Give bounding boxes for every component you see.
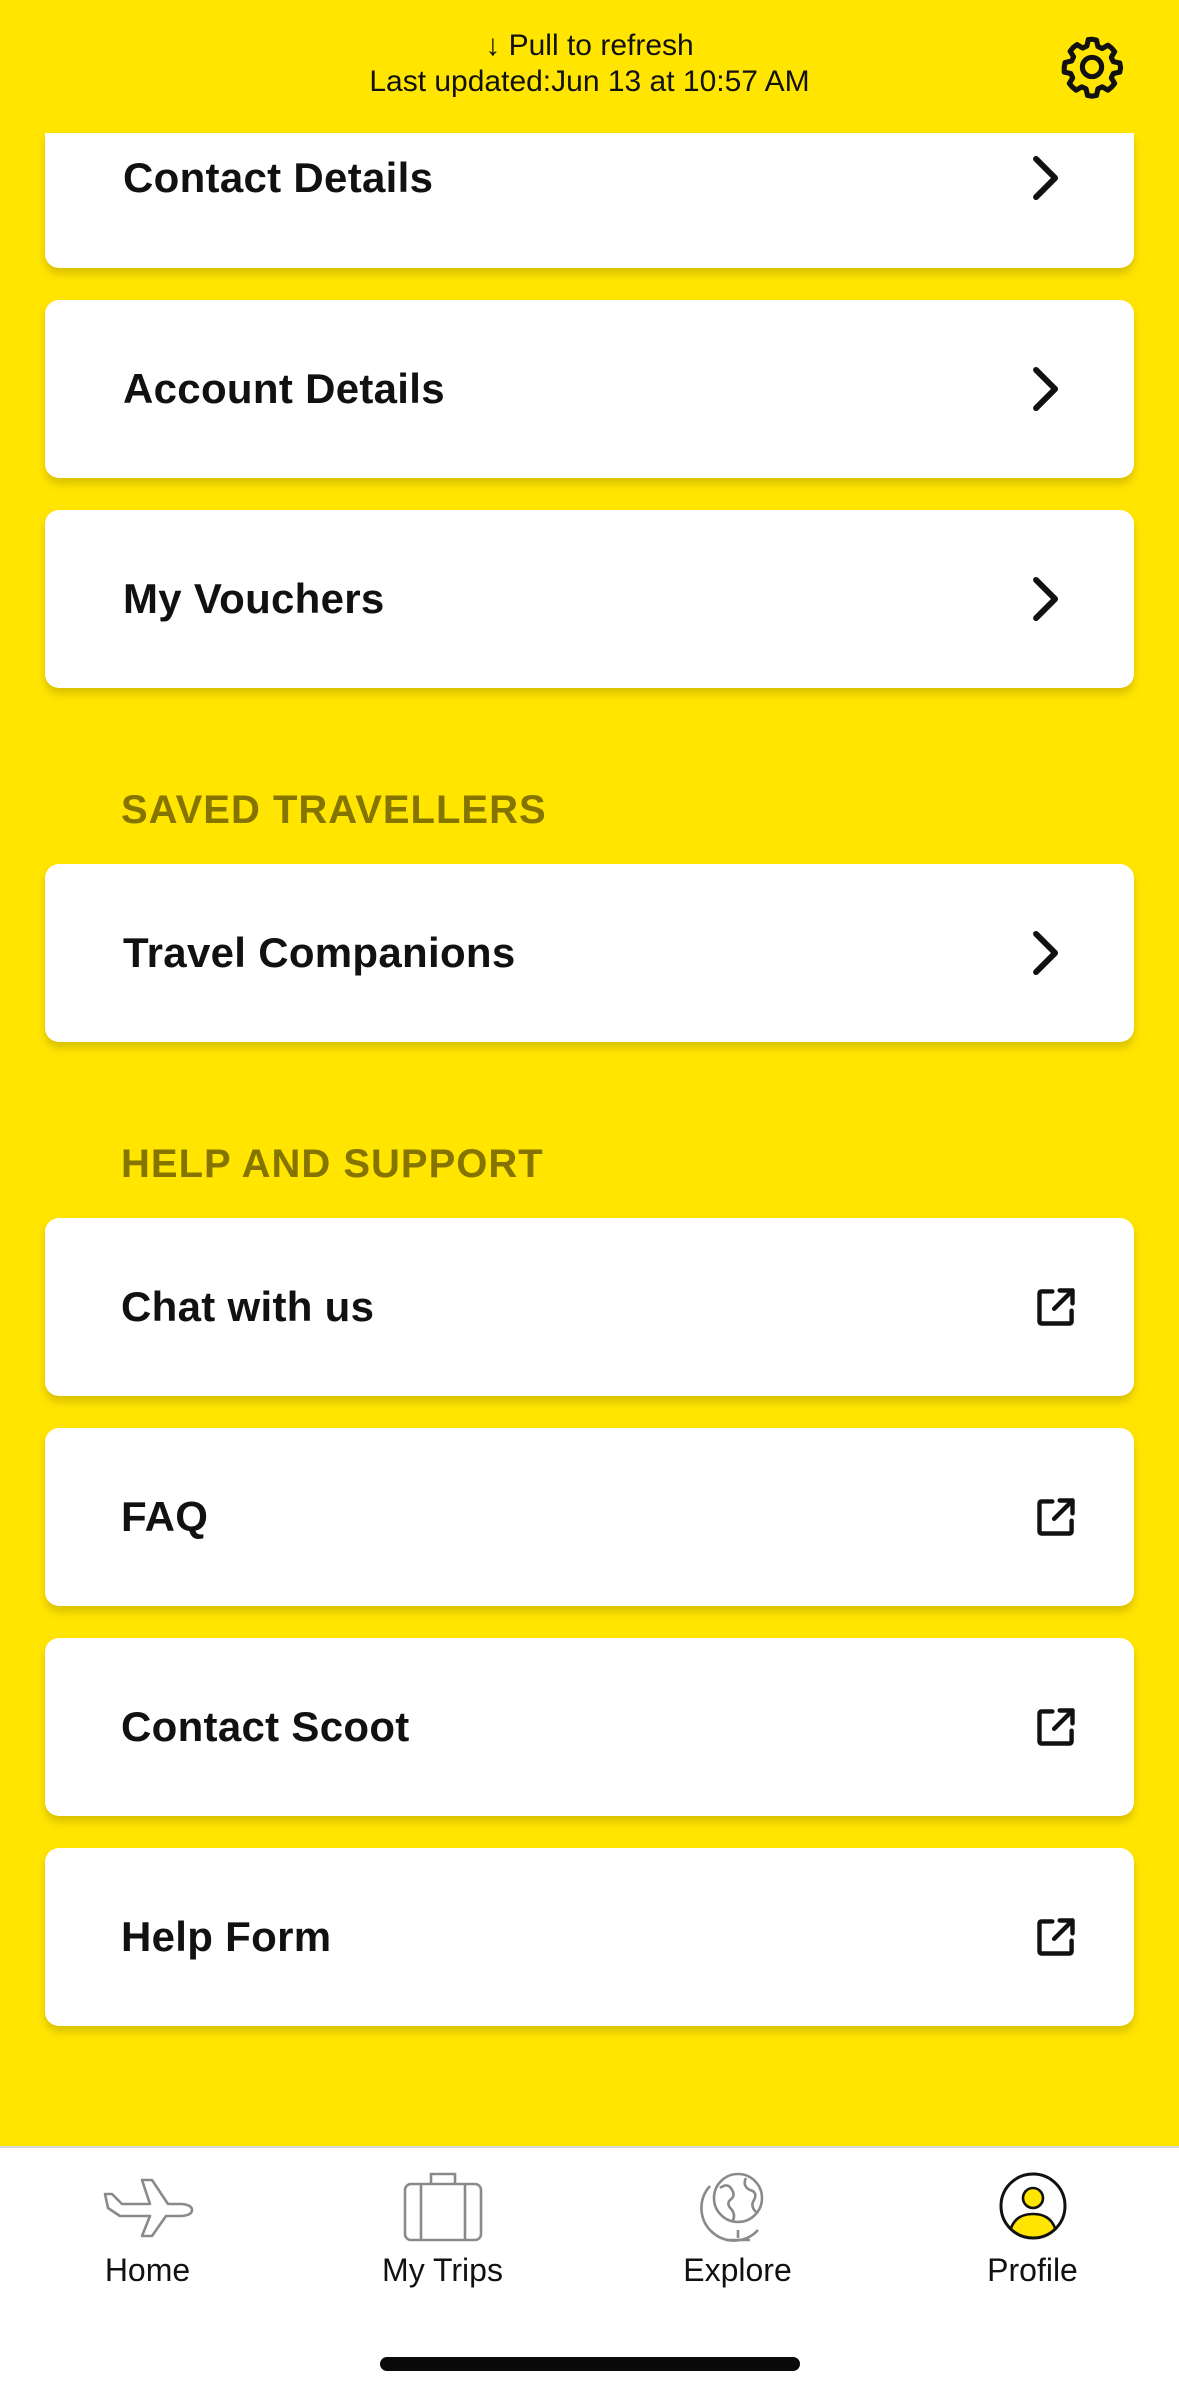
tab-home[interactable]: Home bbox=[0, 2148, 295, 2328]
chevron-right-icon bbox=[1018, 362, 1072, 416]
refresh-status: ↓ Pull to refresh Last updated:Jun 13 at… bbox=[0, 28, 1179, 100]
last-updated-text: Last updated:Jun 13 at 10:57 AM bbox=[369, 65, 810, 98]
chevron-right-icon bbox=[1018, 572, 1072, 626]
external-link-icon bbox=[1034, 1285, 1078, 1329]
suitcase-icon bbox=[397, 2168, 489, 2244]
help-form-item[interactable]: Help Form bbox=[45, 1848, 1134, 2026]
help-form-label: Help Form bbox=[121, 1913, 332, 1960]
travel-companions-item[interactable]: Travel Companions bbox=[45, 864, 1134, 1042]
pull-to-refresh-hint: ↓ Pull to refresh bbox=[485, 29, 694, 62]
chat-with-us-label: Chat with us bbox=[121, 1283, 375, 1330]
saved-travellers-header: SAVED TRAVELLERS bbox=[121, 788, 547, 832]
profile-icon bbox=[987, 2168, 1079, 2244]
external-link-icon bbox=[1034, 1705, 1078, 1749]
tab-explore[interactable]: Explore bbox=[590, 2148, 885, 2328]
tab-my-trips[interactable]: My Trips bbox=[295, 2148, 590, 2328]
tab-profile[interactable]: Profile bbox=[885, 2148, 1179, 2328]
my-vouchers-item[interactable]: My Vouchers bbox=[45, 510, 1134, 688]
contact-scoot-item[interactable]: Contact Scoot bbox=[45, 1638, 1134, 1816]
faq-label: FAQ bbox=[121, 1493, 209, 1540]
tab-profile-label: Profile bbox=[987, 2252, 1078, 2288]
home-indicator[interactable] bbox=[380, 2357, 800, 2371]
contact-scoot-label: Contact Scoot bbox=[121, 1703, 410, 1750]
chat-with-us-item[interactable]: Chat with us bbox=[45, 1218, 1134, 1396]
contact-details-label: Contact Details bbox=[123, 154, 434, 201]
external-link-icon bbox=[1034, 1915, 1078, 1959]
account-details-item[interactable]: Account Details bbox=[45, 300, 1134, 478]
settings-gear-icon[interactable] bbox=[1058, 33, 1126, 101]
faq-item[interactable]: FAQ bbox=[45, 1428, 1134, 1606]
globe-icon bbox=[692, 2168, 784, 2244]
my-vouchers-label: My Vouchers bbox=[123, 575, 385, 622]
external-link-icon bbox=[1034, 1495, 1078, 1539]
contact-details-item[interactable]: Contact Details bbox=[45, 133, 1134, 268]
tab-my-trips-label: My Trips bbox=[382, 2252, 503, 2288]
travel-companions-label: Travel Companions bbox=[123, 929, 516, 976]
chevron-right-icon bbox=[1018, 926, 1072, 980]
chevron-right-icon bbox=[1018, 151, 1072, 205]
airplane-icon bbox=[102, 2168, 194, 2244]
tab-explore-label: Explore bbox=[683, 2252, 792, 2288]
account-details-label: Account Details bbox=[123, 365, 445, 412]
help-and-support-header: HELP AND SUPPORT bbox=[121, 1142, 544, 1186]
tab-home-label: Home bbox=[104, 2252, 191, 2288]
